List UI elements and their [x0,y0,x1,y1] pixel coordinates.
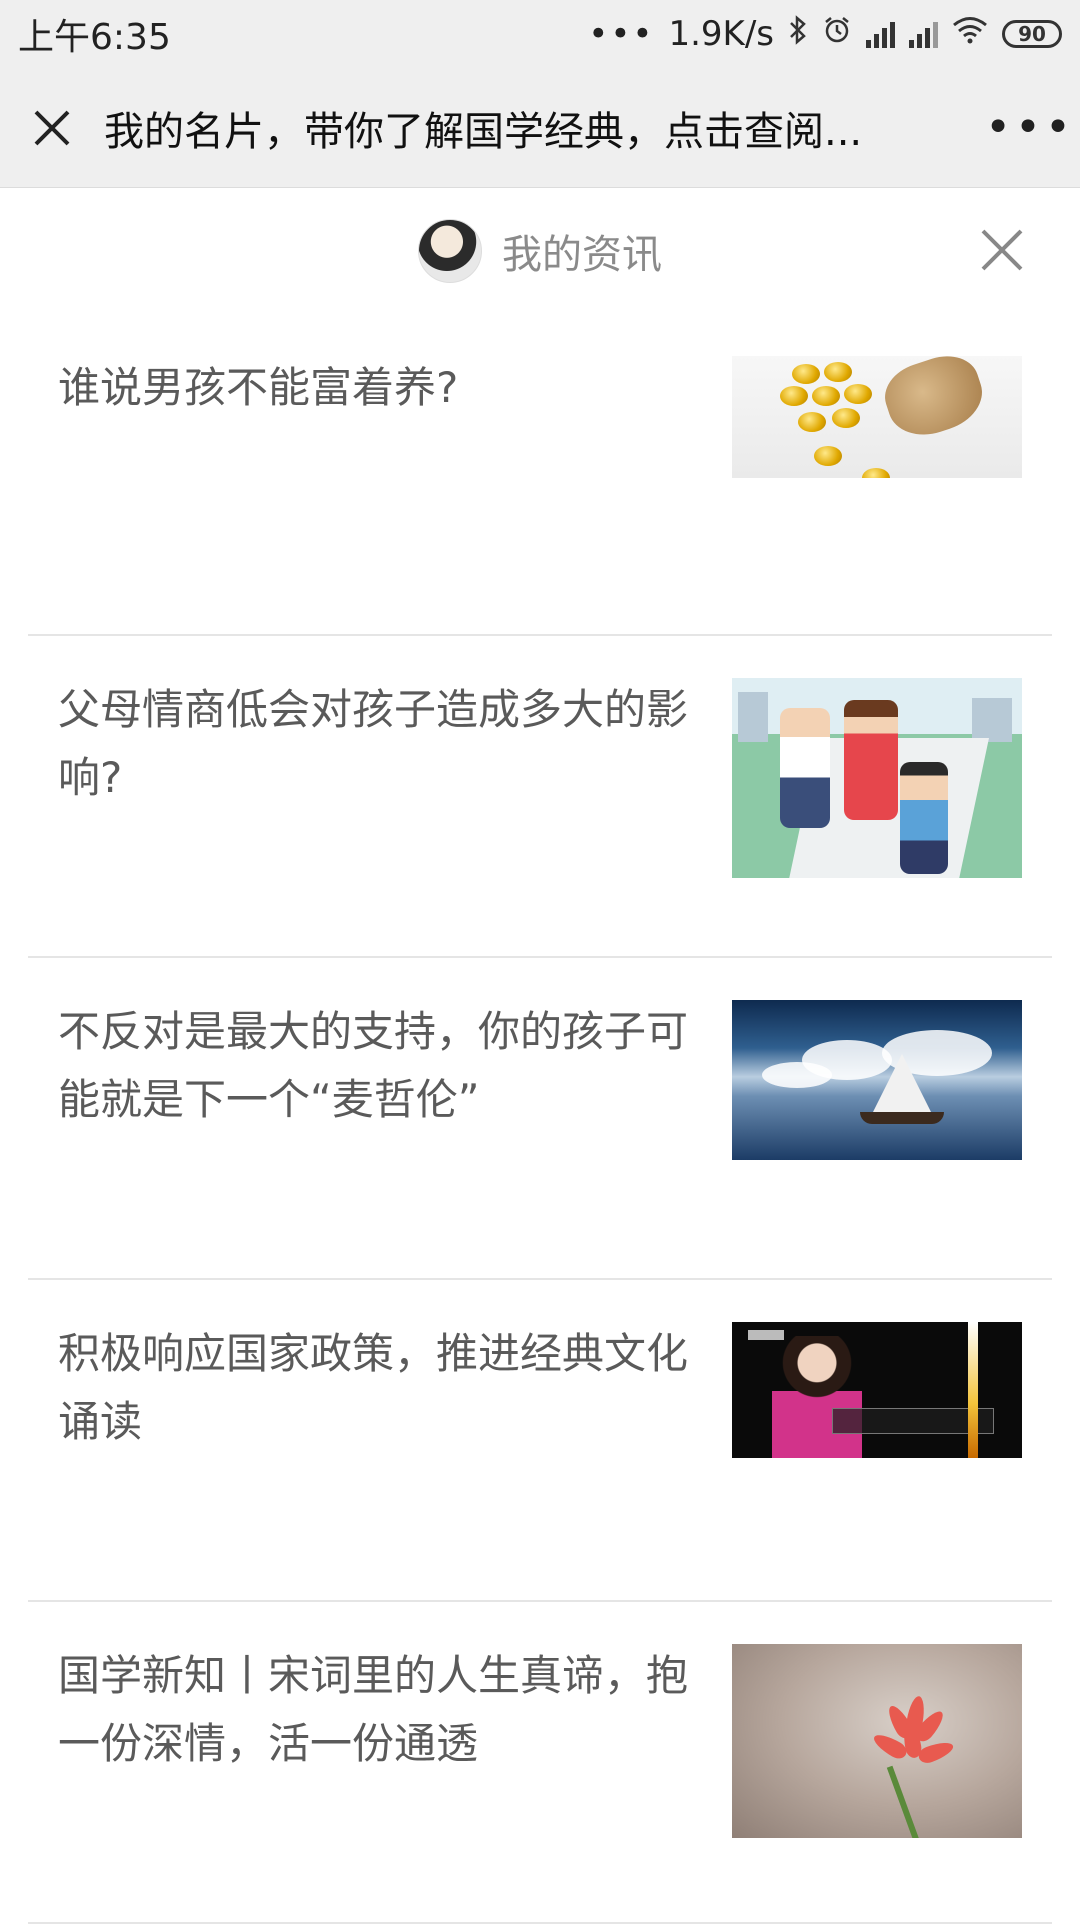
list-item[interactable]: 谁说男孩不能富着养? [28,314,1052,636]
article-thumbnail[interactable] [732,1322,1022,1458]
article-title[interactable]: 积极响应国家政策，推进经典文化诵读 [58,1320,718,1456]
wifi-icon [952,16,988,52]
list-item[interactable]: 国学新知丨宋词里的人生真谛，抱一份深情，活一份通透 [28,1602,1052,1924]
article-title[interactable]: 不反对是最大的支持，你的孩子可能就是下一个“麦哲伦” [58,998,718,1134]
more-options-icon[interactable]: ••• [980,68,1080,188]
signal-icon [909,20,938,48]
article-thumbnail[interactable] [732,1000,1022,1160]
panel-header: 我的资讯 [0,188,1080,314]
close-icon[interactable] [0,68,104,188]
bluetooth-icon [788,15,808,53]
article-thumbnail[interactable] [732,1644,1022,1838]
article-title[interactable]: 谁说男孩不能富着养? [58,354,718,422]
list-item[interactable]: 不反对是最大的支持，你的孩子可能就是下一个“麦哲伦” [28,958,1052,1280]
page-title: 我的名片，带你了解国学经典，点击查阅... [104,108,863,155]
nav-bar: 我的名片，带你了解国学经典，点击查阅... ••• [0,68,1080,188]
article-list: 谁说男孩不能富着养? 父母情商低会对孩子造成多大的影响? 不反对是最大的支持，你… [0,314,1080,1924]
battery-indicator: 90 [1002,20,1062,48]
panel-title: 我的资讯 [502,232,662,278]
status-icons: ••• 1.9K/s 90 [588,14,1062,54]
list-item[interactable]: 父母情商低会对孩子造成多大的影响? [28,636,1052,958]
notification-dots: ••• [588,14,655,54]
list-item[interactable]: 积极响应国家政策，推进经典文化诵读 [28,1280,1052,1602]
article-thumbnail[interactable] [732,678,1022,878]
status-time: 上午6:35 [18,17,171,58]
status-bar: 上午6:35 ••• 1.9K/s 90 [0,0,1080,68]
alarm-icon [822,15,852,53]
close-icon[interactable] [974,222,1030,278]
article-title[interactable]: 父母情商低会对孩子造成多大的影响? [58,676,718,812]
signal-hd-icon [866,20,895,48]
network-speed: 1.9K/s [668,14,774,54]
article-title[interactable]: 国学新知丨宋词里的人生真谛，抱一份深情，活一份通透 [58,1642,718,1778]
article-thumbnail[interactable] [732,356,1022,478]
avatar [418,219,482,283]
